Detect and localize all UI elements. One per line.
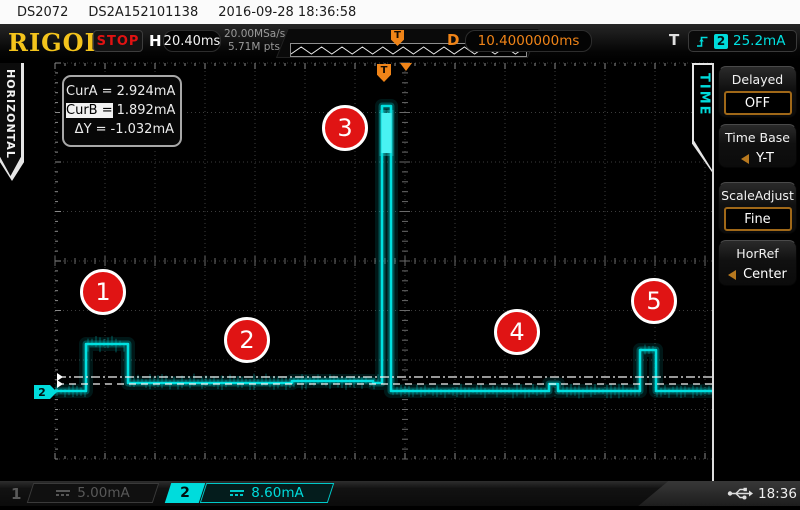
menu-button-scaleadjust[interactable]: ScaleAdjust Fine — [718, 182, 797, 234]
trigger-readout: 2 25.2mA — [688, 30, 797, 52]
run-status-badge: STOP — [93, 30, 143, 52]
menu-value: Y-T — [756, 151, 774, 166]
usb-icon — [727, 487, 753, 500]
acquisition-readout: 20.00MSa/s 5.71M pts — [224, 28, 280, 54]
oscilloscope-screen: DS2072 DS2A152101138 2016-09-28 18:36:58… — [0, 0, 800, 510]
callout-circle-3: 3 — [322, 105, 368, 151]
cursor-row-a: CurA = 2.924mA — [66, 82, 174, 101]
menu-button-horref[interactable]: HorRef Center — [718, 240, 797, 286]
channel1-status[interactable]: 5.00mA — [27, 483, 159, 503]
horizontal-tab-label: HORIZONTAL — [4, 69, 17, 159]
svg-text:2: 2 — [38, 386, 46, 399]
channel1-scale: 5.00mA — [77, 485, 129, 501]
title-bar: DS2072 DS2A152101138 2016-09-28 18:36:58 — [0, 0, 800, 24]
callout-circle-5: 5 — [631, 278, 677, 324]
cursor-row-b: CurB = 1.892mA — [66, 101, 174, 120]
menu-button-delayed[interactable]: Delayed OFF — [718, 66, 797, 118]
model-name: DS2072 — [17, 5, 68, 20]
dc-coupling-icon — [56, 489, 70, 497]
trigger-level-readout: 25.2mA — [733, 33, 785, 49]
sample-rate: 20.00MSa/s — [224, 28, 280, 41]
cursor-b-value: 1.892mA — [117, 103, 176, 118]
left-arrow-icon — [728, 270, 736, 280]
rising-edge-icon — [696, 34, 709, 49]
cursor-delta-value: -1.032mA — [111, 122, 174, 137]
cursor-a-label: CurA = — [66, 84, 113, 99]
channel2-scale: 8.60mA — [251, 485, 303, 501]
cursor-delta-row: ΔY = -1.032mA — [66, 120, 174, 139]
horizontal-label: H — [149, 32, 162, 50]
rigol-logo: RIGOL — [8, 28, 102, 57]
menu-panel-divider — [712, 63, 714, 481]
cursor-delta-label: ΔY = — [66, 122, 107, 137]
menu-value: OFF — [724, 91, 792, 115]
cursor-b-label: CurB = — [66, 103, 113, 118]
menu-value: Fine — [724, 207, 792, 231]
menu-label: ScaleAdjust — [719, 183, 796, 203]
menu-button-timebase[interactable]: Time Base Y-T — [718, 124, 797, 168]
menu-label: Delayed — [719, 67, 796, 87]
tab-horizontal[interactable]: HORIZONTAL — [0, 63, 21, 176]
menu-label: Time Base — [719, 125, 796, 145]
serial-number: DS2A152101138 — [88, 5, 198, 20]
callout-circle-1: 1 — [80, 269, 126, 315]
timebase-readout: 20.40ms — [163, 30, 221, 52]
trigger-label: T — [669, 31, 679, 49]
menu-value: Center — [743, 267, 787, 282]
channel2-badge[interactable]: 2 — [165, 483, 205, 503]
channel2-number: 2 — [180, 485, 190, 501]
left-arrow-icon — [741, 154, 749, 164]
dc-coupling-icon — [230, 489, 244, 497]
clock-readout: 18:36 — [758, 486, 797, 502]
callout-circle-4: 4 — [494, 309, 540, 355]
cursor-a-value: 2.924mA — [117, 84, 176, 99]
channel2-status[interactable]: 8.60mA — [200, 483, 334, 503]
trigger-source-badge: 2 — [714, 34, 728, 49]
cursor-measurement-box: CurA = 2.924mA CurB = 1.892mA ΔY = -1.03… — [62, 75, 182, 147]
channel1-number: 1 — [11, 485, 21, 503]
memory-depth: 5.71M pts — [224, 41, 280, 54]
trigger-position-flag: T — [377, 64, 391, 82]
menu-label: HorRef — [719, 241, 796, 261]
delay-label: D — [447, 31, 459, 49]
callout-circle-2: 2 — [224, 317, 270, 363]
capture-datetime: 2016-09-28 18:36:58 — [218, 5, 356, 20]
time-tab-label: TIME — [697, 73, 712, 117]
delay-readout: 10.4000000ms — [465, 30, 592, 52]
